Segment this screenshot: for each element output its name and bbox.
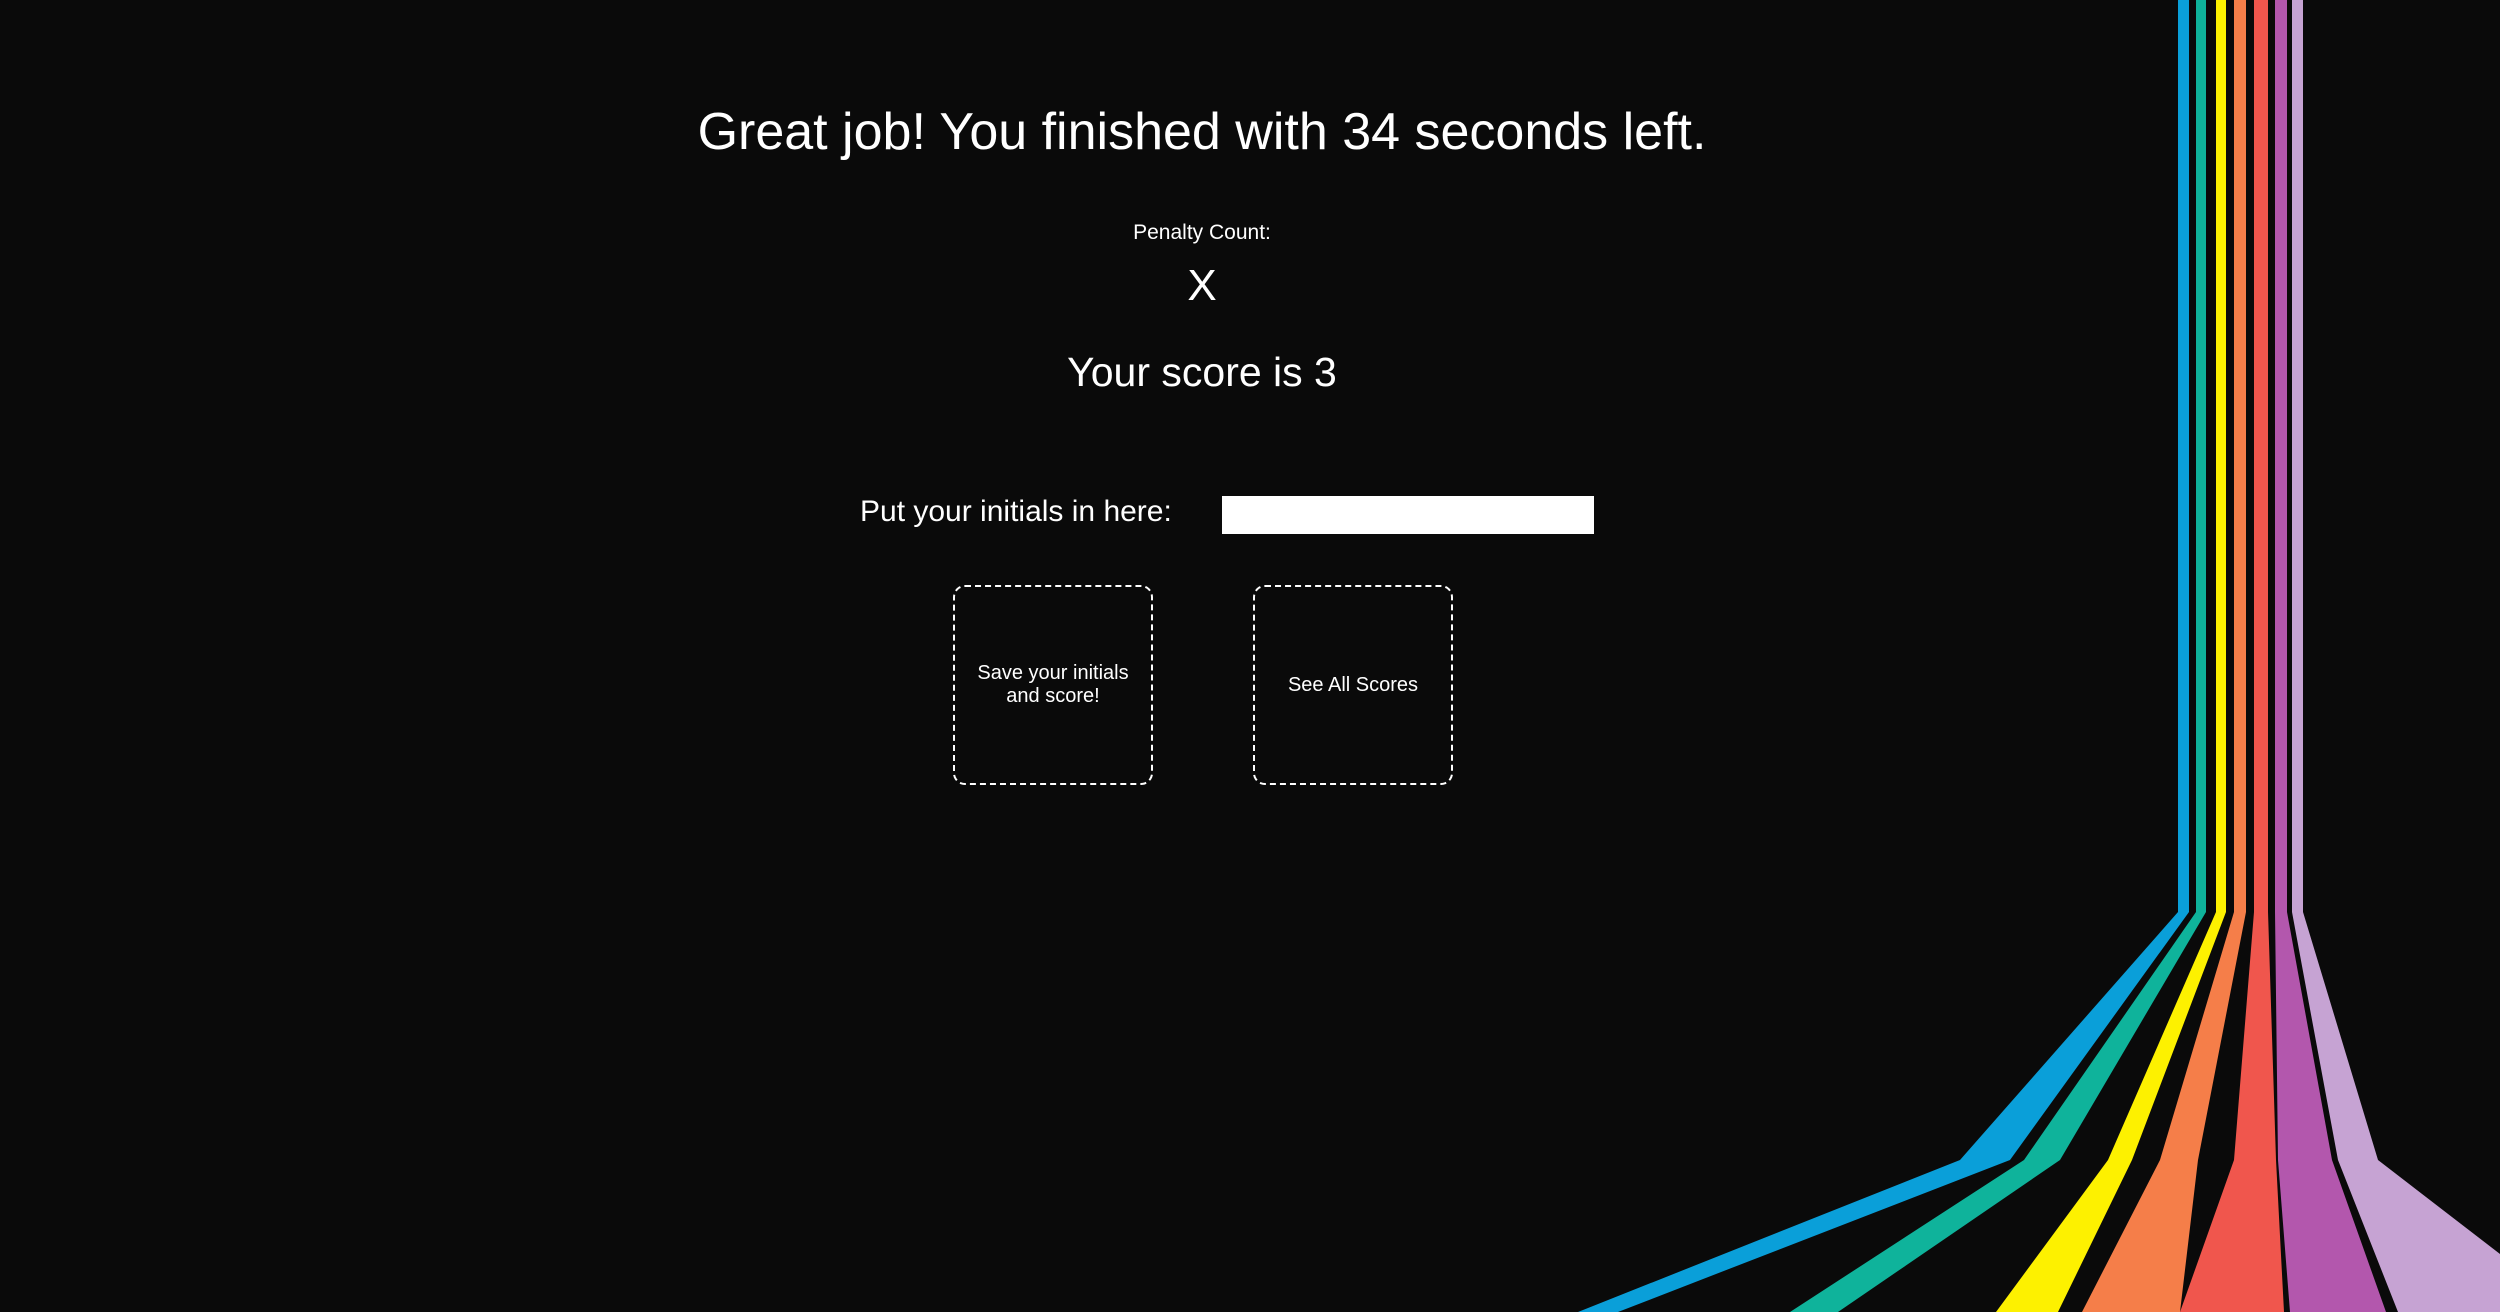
save-score-button[interactable]: Save your initials and score! (953, 585, 1153, 785)
initials-label: Put your initials in here: (860, 495, 1172, 528)
quiz-result-panel: Great job! You finished with 34 seconds … (0, 0, 2404, 1312)
penalty-count-label: Penalty Count: (1133, 221, 1271, 244)
see-all-scores-button-label: See All Scores (1287, 673, 1419, 696)
page-background: Great job! You finished with 34 seconds … (0, 0, 2500, 1312)
see-all-scores-button[interactable]: See All Scores (1253, 585, 1453, 785)
penalty-count-marks: X (1187, 261, 1217, 310)
initials-input[interactable] (1222, 496, 1594, 534)
result-title: Great job! You finished with 34 seconds … (697, 103, 1707, 161)
save-score-button-label: Save your initials and score! (977, 662, 1129, 707)
score-text: Your score is 3 (1067, 349, 1337, 395)
